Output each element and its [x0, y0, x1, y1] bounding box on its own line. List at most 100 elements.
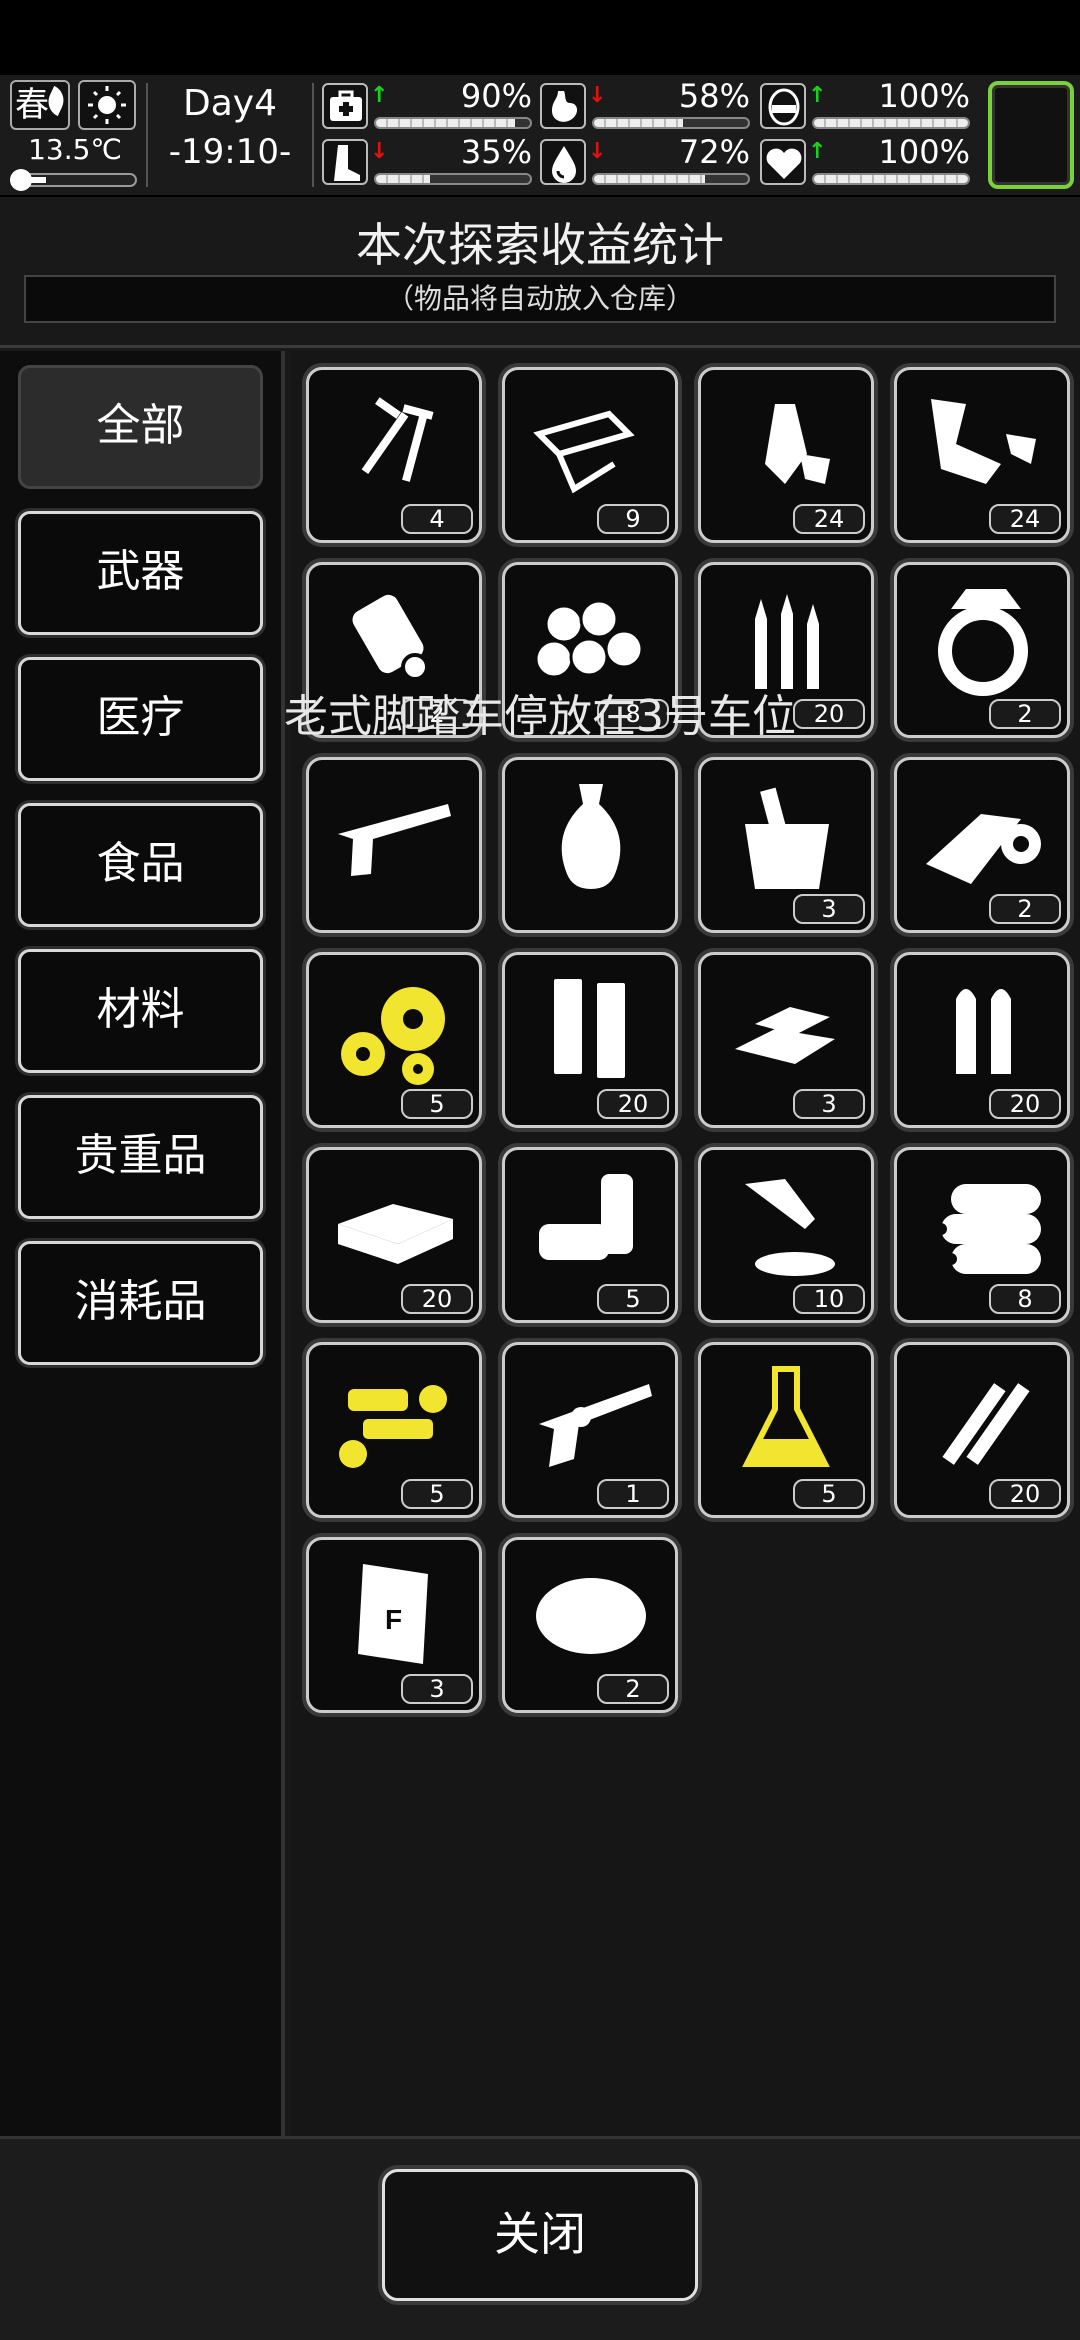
stat-value: 35%	[460, 133, 532, 171]
category-tab[interactable]: 医疗	[18, 657, 263, 781]
inventory-item[interactable]: 1	[502, 1342, 678, 1518]
inventory-item[interactable]: 10	[698, 1147, 874, 1323]
inventory-item[interactable]: 24	[894, 367, 1070, 543]
close-button[interactable]: 关闭	[382, 2169, 698, 2301]
stat-heart: ↑ 100%	[760, 133, 970, 187]
panel-title: 本次探索收益统计	[356, 218, 724, 272]
cloth-scraps-icon	[931, 399, 1036, 484]
trend-down-icon: ↓	[588, 83, 607, 108]
item-count-badge: 5	[793, 1479, 865, 1509]
inventory-item[interactable]: 5	[306, 952, 482, 1128]
category-tab[interactable]: 武器	[18, 511, 263, 635]
item-count-badge: 2	[597, 1674, 669, 1704]
bucket-icon	[745, 787, 829, 889]
screws-icon	[361, 397, 434, 482]
cash-stack-icon	[338, 1204, 453, 1264]
cotton-balls-icon	[534, 599, 644, 679]
plastic-bottle-icon	[765, 404, 830, 484]
machine-parts-icon	[339, 1385, 447, 1468]
item-count-badge: 20	[793, 699, 865, 729]
category-tab[interactable]: 贵重品	[18, 1095, 263, 1219]
stat-value: 90%	[460, 77, 532, 115]
stat-health: ↑ 90%	[322, 77, 532, 131]
inventory-item[interactable]	[502, 757, 678, 933]
bottom-bar: 关闭	[0, 2136, 1080, 2340]
stat-bar	[812, 117, 970, 129]
item-count-badge: 20	[989, 1089, 1061, 1119]
equipped-slot[interactable]	[988, 81, 1074, 189]
stat-value: 100%	[878, 133, 970, 171]
stat-bar	[812, 173, 970, 185]
stat-thirst: ↓ 72%	[540, 133, 750, 187]
inventory-item[interactable]: 2	[894, 757, 1070, 933]
trend-down-icon: ↓	[370, 139, 389, 164]
category-tab[interactable]: 消耗品	[18, 1241, 263, 1365]
item-count-badge: 20	[401, 1284, 473, 1314]
inventory-item[interactable]: 8	[502, 562, 678, 738]
inventory-item[interactable]: 20	[894, 952, 1070, 1128]
inventory-item[interactable]: 20	[698, 562, 874, 738]
category-tab[interactable]: 食品	[18, 803, 263, 927]
item-grid: 4 9 24 24 2 8 20 2 3 2 5 20 3 20 20 5 10 8 5 1 5 20 F 3 2	[290, 351, 1080, 2136]
inventory-item[interactable]: 20	[306, 1147, 482, 1323]
shotgun-shells-icon	[942, 1383, 1030, 1465]
svg-text:F: F	[385, 1604, 402, 1635]
gold-bars-icon	[735, 1007, 835, 1064]
stat-bar	[592, 173, 750, 185]
stat-stamina: ↓ 35%	[322, 133, 532, 187]
item-count-badge: 4	[401, 504, 473, 534]
item-count-badge: 10	[793, 1284, 865, 1314]
item-count-badge: 8	[989, 1284, 1061, 1314]
stat-bar-fill	[376, 119, 515, 127]
item-count-badge: 3	[793, 1089, 865, 1119]
time-label: -19:10-	[168, 132, 292, 172]
inventory-item[interactable]: F3	[306, 1537, 482, 1713]
exploration-results-panel: 本次探索收益统计 （物品将自动放入仓库） 全部武器医疗食品材料贵重品消耗品 4 9…	[0, 197, 1080, 2340]
item-count-badge: 1	[597, 1479, 669, 1509]
inventory-item[interactable]: 20	[894, 1342, 1070, 1518]
item-count-badge: 20	[597, 1089, 669, 1119]
magazines-icon	[554, 979, 625, 1078]
inventory-item[interactable]: 4	[306, 367, 482, 543]
trend-up-icon: ↑	[370, 83, 389, 108]
inventory-item[interactable]: 5	[698, 1342, 874, 1518]
stat-bar-fill	[376, 175, 430, 183]
inventory-item[interactable]	[306, 757, 482, 933]
inventory-item[interactable]: 5	[306, 1342, 482, 1518]
inventory-item[interactable]: 8	[894, 1147, 1070, 1323]
stat-bar-fill	[814, 119, 968, 127]
fiber-bundle-icon	[536, 1578, 646, 1654]
inventory-item[interactable]: 2	[306, 562, 482, 738]
trend-up-icon: ↑	[808, 83, 827, 108]
tape-roll-icon	[926, 814, 1041, 884]
stat-bar	[592, 117, 750, 129]
inventory-item[interactable]: 24	[698, 367, 874, 543]
pistol-icon	[338, 804, 451, 876]
item-count-badge: 8	[597, 699, 669, 729]
inventory-item[interactable]: 2	[502, 1537, 678, 1713]
revolver-icon	[539, 1384, 652, 1467]
item-count-badge: 5	[401, 1479, 473, 1509]
inventory-item[interactable]: 5	[502, 1147, 678, 1323]
inventory-item[interactable]: 20	[502, 952, 678, 1128]
category-tab[interactable]: 材料	[18, 949, 263, 1073]
inventory-item[interactable]: 2	[894, 562, 1070, 738]
stomach-icon	[540, 83, 586, 129]
inventory-item[interactable]: 9	[502, 367, 678, 543]
chemical-flask-icon	[742, 1366, 830, 1467]
diamond-ring-icon	[938, 589, 1028, 696]
panel-subtitle: （物品将自动放入仓库）	[24, 275, 1056, 323]
bandage-roll-icon	[352, 594, 429, 681]
stat-bar	[374, 173, 532, 185]
category-tab[interactable]: 全部	[18, 365, 263, 489]
day-label: Day4	[183, 83, 277, 124]
item-count-badge: 2	[989, 699, 1061, 729]
water-drop-icon	[540, 139, 586, 185]
stat-mood: ↑ 100%	[760, 77, 970, 131]
item-count-badge: 20	[989, 1479, 1061, 1509]
divider	[146, 83, 148, 187]
inventory-item[interactable]: 3	[698, 952, 874, 1128]
item-count-badge: 2	[989, 894, 1061, 924]
category-sidebar: 全部武器医疗食品材料贵重品消耗品	[0, 351, 285, 2136]
inventory-item[interactable]: 3	[698, 757, 874, 933]
